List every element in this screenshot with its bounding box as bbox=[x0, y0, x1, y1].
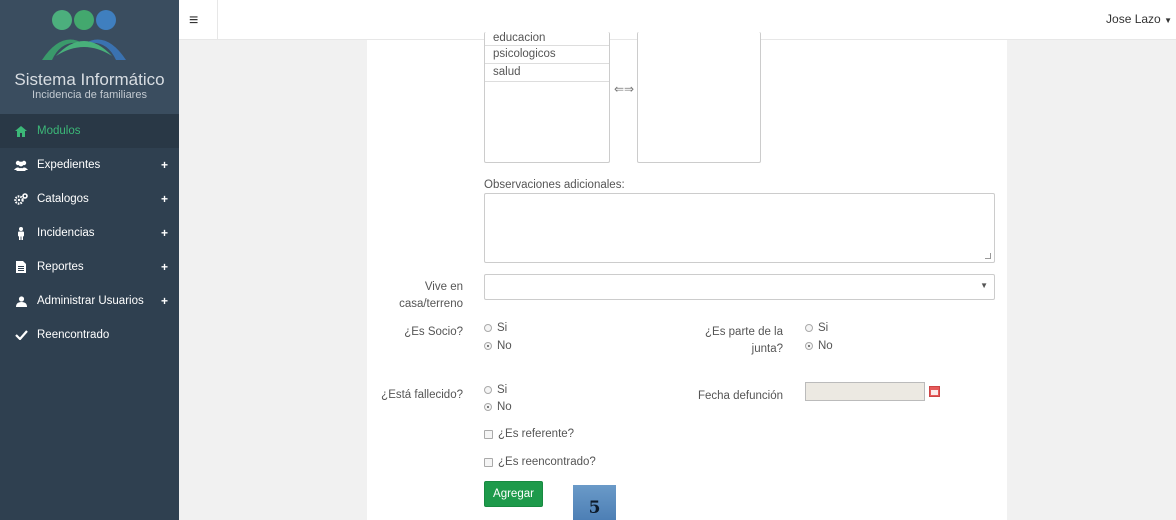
vive-label-line1: Vive en bbox=[424, 281, 463, 293]
radio-label: Si bbox=[497, 384, 508, 396]
calendar-icon[interactable] bbox=[929, 386, 940, 397]
fallecido-label: ¿Está fallecido? bbox=[381, 389, 463, 401]
sidebar: Sistema Informático Incidencia de famili… bbox=[0, 0, 179, 520]
sidebar-item-reencontrado[interactable]: Reencontrado bbox=[0, 318, 179, 352]
junta-label: ¿Es parte de la junta? bbox=[680, 324, 783, 358]
sidebar-item-expedientes[interactable]: Expedientes + bbox=[0, 148, 179, 182]
brand-header: Sistema Informático Incidencia de famili… bbox=[0, 0, 179, 114]
vive-label-line2: casa/terreno bbox=[399, 298, 463, 310]
agregar-button[interactable]: Agregar bbox=[484, 481, 543, 507]
checkbox-icon bbox=[484, 457, 493, 467]
radio-icon bbox=[484, 403, 492, 411]
radio-label: Si bbox=[497, 322, 508, 334]
radio-label: No bbox=[818, 340, 833, 352]
sidebar-item-label: Reencontrado bbox=[37, 329, 110, 341]
list-item[interactable]: educacion bbox=[485, 32, 609, 46]
sidebar-item-modulos[interactable]: Modulos bbox=[0, 114, 179, 148]
sidebar-item-label: Catalogos bbox=[37, 193, 89, 205]
checkbox-label: ¿Es reencontrado? bbox=[498, 456, 596, 468]
radio-label: No bbox=[497, 340, 512, 352]
sidebar-item-label: Expedientes bbox=[37, 159, 101, 171]
checkbox-icon bbox=[484, 429, 493, 439]
vive-label: Vive en casa/terreno bbox=[380, 279, 463, 313]
radio-icon bbox=[805, 324, 813, 332]
radio-icon bbox=[484, 324, 492, 332]
resize-handle-icon[interactable] bbox=[985, 253, 991, 259]
expand-icon: + bbox=[160, 294, 168, 308]
junta-no-radio[interactable]: No bbox=[805, 340, 833, 352]
observaciones-textarea[interactable] bbox=[484, 193, 995, 263]
available-list[interactable]: educacion psicologicos salud bbox=[484, 32, 610, 163]
radio-icon bbox=[805, 342, 813, 350]
users-icon bbox=[14, 158, 28, 172]
sidebar-item-reportes[interactable]: Reportes + bbox=[0, 250, 179, 284]
sidebar-item-label: Reportes bbox=[37, 261, 84, 273]
user-menu[interactable]: Jose Lazo ▼ bbox=[1106, 12, 1172, 26]
reencontrado-checkbox[interactable]: ¿Es reencontrado? bbox=[484, 456, 596, 468]
sidebar-item-label: Incidencias bbox=[37, 227, 95, 239]
sidebar-item-label: Administrar Usuarios bbox=[37, 295, 144, 307]
junta-label-line1: ¿Es parte de la bbox=[705, 326, 783, 338]
sidebar-item-incidencias[interactable]: Incidencias + bbox=[0, 216, 179, 250]
file-icon bbox=[14, 260, 28, 274]
sidebar-item-catalogos[interactable]: Catalogos + bbox=[0, 182, 179, 216]
list-item[interactable]: psicologicos bbox=[485, 46, 609, 64]
app-title: Sistema Informático bbox=[14, 70, 165, 89]
observaciones-label: Observaciones adicionales: bbox=[484, 179, 625, 191]
list-item[interactable]: salud bbox=[485, 64, 609, 82]
expand-icon: + bbox=[160, 226, 168, 240]
fallecido-no-radio[interactable]: No bbox=[484, 401, 512, 413]
divider bbox=[217, 0, 218, 40]
cogs-icon bbox=[14, 192, 28, 206]
check-icon bbox=[14, 328, 28, 342]
socio-si-radio[interactable]: Si bbox=[484, 322, 507, 334]
sidebar-item-label: Modulos bbox=[37, 125, 81, 137]
radio-icon bbox=[484, 386, 492, 394]
junta-si-radio[interactable]: Si bbox=[805, 322, 828, 334]
socio-label: ¿Es Socio? bbox=[404, 326, 463, 338]
sidebar-item-administrar-usuarios[interactable]: Administrar Usuarios + bbox=[0, 284, 179, 318]
fecha-label: Fecha defunción bbox=[697, 390, 783, 402]
vive-select[interactable]: ▼ bbox=[484, 274, 995, 300]
junta-label-line2: junta? bbox=[751, 343, 783, 355]
user-name: Jose Lazo bbox=[1106, 12, 1161, 26]
radio-label: No bbox=[497, 401, 512, 413]
fallecido-si-radio[interactable]: Si bbox=[484, 384, 507, 396]
user-icon bbox=[14, 294, 28, 308]
sidebar-nav: Modulos Expedientes + Catalogos + Incide… bbox=[0, 114, 179, 352]
checkbox-label: ¿Es referente? bbox=[498, 428, 575, 440]
overlay-badge: 5 bbox=[573, 485, 616, 520]
expand-icon: + bbox=[160, 260, 168, 274]
socio-no-radio[interactable]: No bbox=[484, 340, 512, 352]
swap-arrows-icon[interactable]: ⇐⇒ bbox=[614, 82, 634, 96]
logo-icon bbox=[42, 10, 126, 60]
person-icon bbox=[14, 226, 28, 240]
menu-toggle-icon[interactable]: ≡ bbox=[189, 12, 198, 30]
expand-icon: + bbox=[160, 192, 168, 206]
selected-list[interactable] bbox=[637, 32, 761, 163]
home-icon bbox=[14, 124, 28, 138]
radio-icon bbox=[484, 342, 492, 350]
referente-checkbox[interactable]: ¿Es referente? bbox=[484, 428, 574, 440]
radio-label: Si bbox=[818, 322, 829, 334]
fecha-input[interactable] bbox=[805, 382, 925, 401]
expand-icon: + bbox=[160, 158, 168, 172]
caret-down-icon: ▼ bbox=[1164, 16, 1172, 25]
caret-down-icon: ▼ bbox=[980, 281, 988, 290]
app-subtitle: Incidencia de familiares bbox=[32, 89, 147, 101]
